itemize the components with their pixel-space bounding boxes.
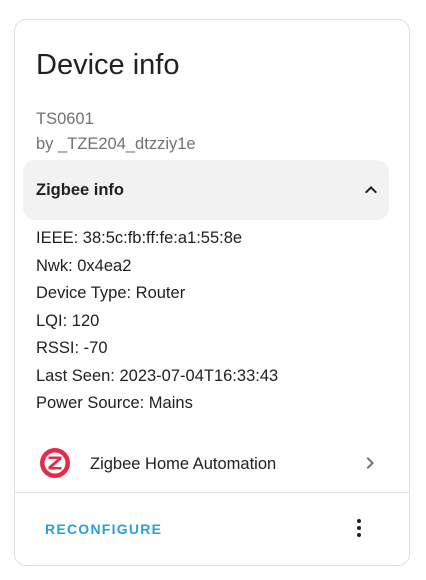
zigbee-lqi: LQI: 120 [36,311,100,330]
chevron-up-icon [365,186,377,194]
device-info-card: Device info TS0601 by _TZE204_dtzziy1e Z… [14,19,410,566]
dots-vertical-icon[interactable] [347,516,371,540]
zigbee-info-expander[interactable]: Zigbee info [23,160,389,220]
device-manufacturer: by _TZE204_dtzziy1e [36,135,196,153]
card-actions-divider [15,492,409,493]
card-title: Device info [36,49,180,81]
zigbee-power-source: Power Source: Mains [36,394,193,412]
zigbee-info-list: IEEE: 38:5c:fb:ff:fe:a1:55:8e Nwk: 0x4ea… [36,225,278,418]
chevron-right-icon [366,457,374,469]
zigbee-device-type: Device Type: Router [36,284,186,302]
zigbee-last-seen: Last Seen: 2023-07-04T16:33:43 [36,366,279,385]
zigbee-info-title: Zigbee info [36,181,124,199]
zigbee-nwk: Nwk: 0x4ea2 [36,256,132,275]
integration-link-zha[interactable]: Zigbee Home Automation [15,438,409,490]
device-model: TS0601 [36,110,94,128]
zigbee-ieee: IEEE: 38:5c:fb:ff:fe:a1:55:8e [36,229,243,247]
zigbee-rssi: RSSI: -70 [36,339,108,357]
reconfigure-button[interactable]: RECONFIGURE [33,513,174,545]
integration-label: Zigbee Home Automation [90,455,277,473]
zha-logo-icon [40,448,70,478]
